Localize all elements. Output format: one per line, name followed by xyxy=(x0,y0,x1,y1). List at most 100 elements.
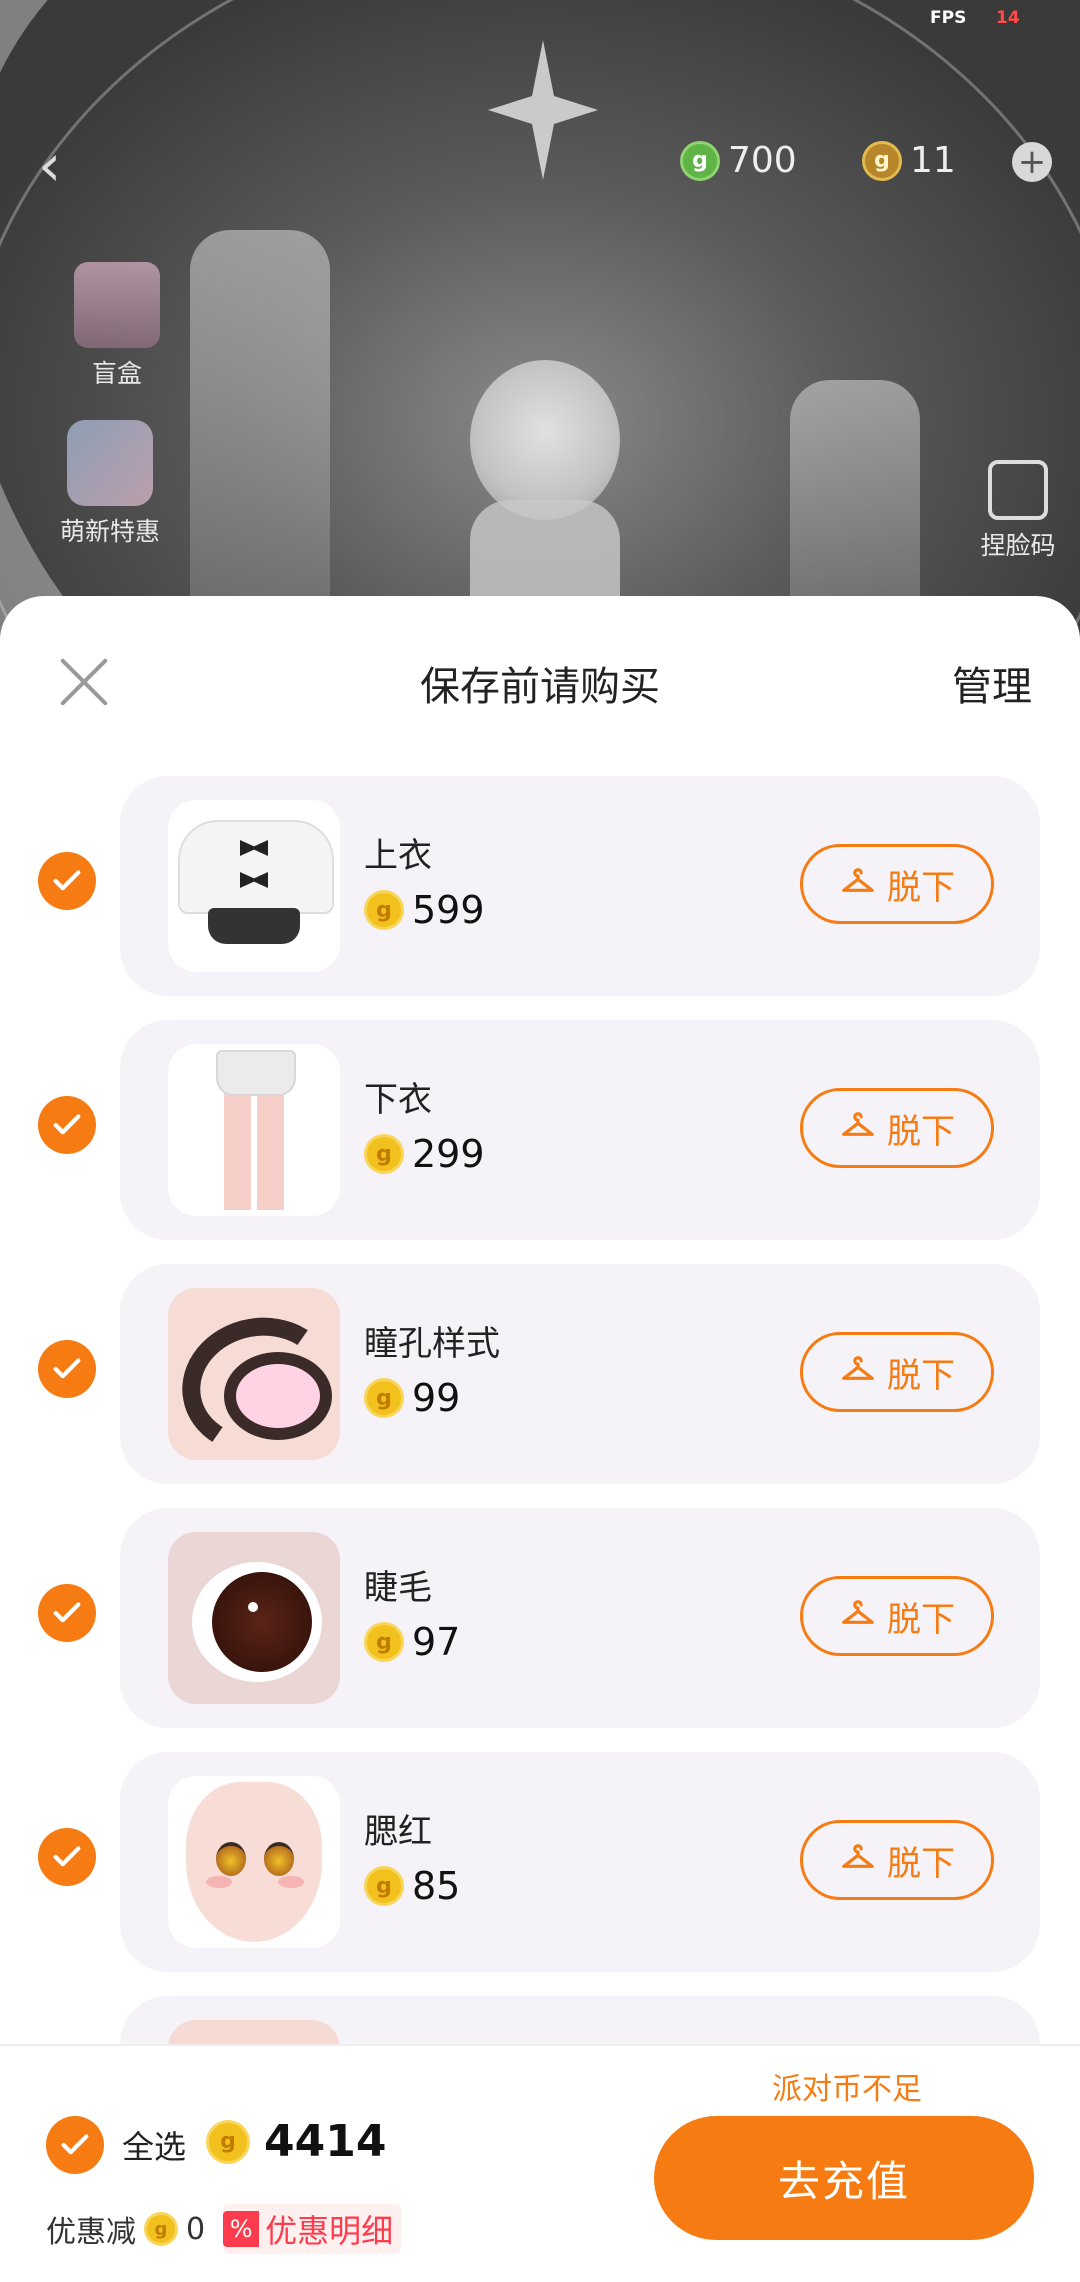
gold-coin-amount: 11 xyxy=(910,140,956,181)
list-item: 睫毛 g 97 脱下 xyxy=(0,1498,1080,1742)
item-price-value: 299 xyxy=(412,1132,485,1176)
coin-icon: g xyxy=(364,890,404,930)
item-list: 上衣 g 599 脱下 下衣 g 299 脱下 瞳孔样式 g 99 脱下 睫毛 … xyxy=(0,766,1080,2230)
total-price: g 4414 xyxy=(206,2116,386,2167)
item-price-value: 599 xyxy=(412,888,485,932)
item-card: 瞳孔样式 g 99 脱下 xyxy=(120,1264,1040,1484)
insufficient-notice: 派对币不足 xyxy=(772,2072,922,2107)
gold-coin-balance: g 11 xyxy=(862,140,956,181)
take-off-label: 脱下 xyxy=(887,1355,955,1396)
item-card: 睫毛 g 97 脱下 xyxy=(120,1508,1040,1728)
discount-row: 优惠减 g 0 % 优惠明细 xyxy=(46,2204,402,2254)
list-item: 瞳孔样式 g 99 脱下 xyxy=(0,1254,1080,1498)
item-price-value: 99 xyxy=(412,1376,461,1420)
item-thumbnail-top xyxy=(168,800,340,972)
newbie-deal-label: 萌新特惠 xyxy=(59,517,160,546)
take-off-button[interactable]: 脱下 xyxy=(800,1820,994,1900)
item-thumbnail-bottom xyxy=(168,1044,340,1216)
blind-box-label: 盲盒 xyxy=(91,359,142,388)
item-thumbnail-blush xyxy=(168,1776,340,1948)
green-coin-amount: 700 xyxy=(728,140,797,181)
select-all-checkbox[interactable] xyxy=(46,2116,104,2174)
purchase-sheet: 保存前请购买 管理 上衣 g 599 脱下 下衣 g 299 脱下 瞳孔样式 g… xyxy=(0,596,1080,2280)
item-price: g 85 xyxy=(364,1864,460,1908)
coin-icon: g xyxy=(364,1866,404,1906)
check-icon xyxy=(53,1358,81,1379)
item-checkbox[interactable] xyxy=(38,1096,96,1154)
discount-amount: 0 xyxy=(186,2211,206,2247)
item-name: 腮红 xyxy=(364,1812,432,1852)
coin-icon: g xyxy=(364,1622,404,1662)
take-off-button[interactable]: 脱下 xyxy=(800,1576,994,1656)
hanger-icon xyxy=(842,1600,874,1624)
take-off-button[interactable]: 脱下 xyxy=(800,1088,994,1168)
fps-label: FPS xyxy=(930,8,967,28)
item-checkbox[interactable] xyxy=(38,1340,96,1398)
item-price: g 599 xyxy=(364,888,485,932)
item-price: g 97 xyxy=(364,1620,460,1664)
checkout-bar: 派对币不足 全选 g 4414 优惠减 g 0 % 优惠明细 去充值 xyxy=(0,2044,1080,2282)
coin-icon: g xyxy=(364,1378,404,1418)
item-checkbox[interactable] xyxy=(38,852,96,910)
item-name: 上衣 xyxy=(364,836,432,876)
hanger-icon xyxy=(842,868,874,892)
green-coin-balance: g 700 xyxy=(680,140,797,181)
blind-box-button[interactable]: 盲盒 xyxy=(62,262,172,390)
fps-value: 14 xyxy=(996,8,1020,28)
sheet-header: 保存前请购买 管理 xyxy=(0,596,1080,766)
recharge-button[interactable]: 去充值 xyxy=(654,2116,1034,2240)
manage-button[interactable]: 管理 xyxy=(952,654,1032,712)
check-icon xyxy=(53,870,81,891)
newbie-deal-button[interactable]: 萌新特惠 xyxy=(40,420,180,548)
check-icon xyxy=(61,2134,89,2155)
coin-icon: g xyxy=(144,2212,178,2246)
discount-label: 优惠减 xyxy=(46,2215,136,2250)
percent-icon: % xyxy=(223,2211,260,2247)
take-off-label: 脱下 xyxy=(887,1843,955,1884)
back-icon[interactable]: ‹ xyxy=(38,136,78,194)
avatar-character-head xyxy=(470,360,620,520)
select-all-label: 全选 xyxy=(122,2128,187,2166)
item-price: g 299 xyxy=(364,1132,485,1176)
coin-icon: g xyxy=(364,1134,404,1174)
gift-box-icon xyxy=(74,262,160,348)
add-coin-button[interactable]: + xyxy=(1012,142,1052,182)
item-name: 瞳孔样式 xyxy=(364,1324,500,1364)
item-price: g 99 xyxy=(364,1376,460,1420)
discount-detail-link[interactable]: % 优惠明细 xyxy=(223,2204,402,2254)
select-all-toggle[interactable]: 全选 xyxy=(46,2116,186,2174)
item-checkbox[interactable] xyxy=(38,1584,96,1642)
hanger-icon xyxy=(842,1844,874,1868)
list-item: 上衣 g 599 脱下 xyxy=(0,766,1080,1010)
list-item: 下衣 g 299 脱下 xyxy=(0,1010,1080,1254)
face-code-icon xyxy=(988,460,1048,520)
item-thumbnail-pupil-style xyxy=(168,1288,340,1460)
item-name: 下衣 xyxy=(364,1080,432,1120)
hanger-icon xyxy=(842,1112,874,1136)
sheet-title: 保存前请购买 xyxy=(420,664,660,710)
tower-left xyxy=(190,230,330,640)
take-off-label: 脱下 xyxy=(887,1111,955,1152)
take-off-label: 脱下 xyxy=(887,867,955,908)
total-amount: 4414 xyxy=(264,2116,387,2167)
check-icon xyxy=(53,1602,81,1623)
gold-coin-icon: g xyxy=(862,140,902,181)
check-icon xyxy=(53,1114,81,1135)
item-card: 下衣 g 299 脱下 xyxy=(120,1020,1040,1240)
face-code-label: 捏脸码 xyxy=(980,531,1056,560)
item-card: 腮红 g 85 脱下 xyxy=(120,1752,1040,1972)
hanger-icon xyxy=(842,1356,874,1380)
item-price-value: 97 xyxy=(412,1620,461,1664)
item-card: 上衣 g 599 脱下 xyxy=(120,776,1040,996)
item-name: 睫毛 xyxy=(364,1568,432,1608)
item-thumbnail-eyelash xyxy=(168,1532,340,1704)
newbie-deal-icon xyxy=(67,420,153,506)
discount-detail-label: 优惠明细 xyxy=(265,2212,394,2250)
face-code-button[interactable]: 捏脸码 xyxy=(958,460,1078,562)
check-icon xyxy=(53,1846,81,1867)
take-off-button[interactable]: 脱下 xyxy=(800,844,994,924)
list-item: 腮红 g 85 脱下 xyxy=(0,1742,1080,1986)
take-off-button[interactable]: 脱下 xyxy=(800,1332,994,1412)
take-off-label: 脱下 xyxy=(887,1599,955,1640)
item-checkbox[interactable] xyxy=(38,1828,96,1886)
